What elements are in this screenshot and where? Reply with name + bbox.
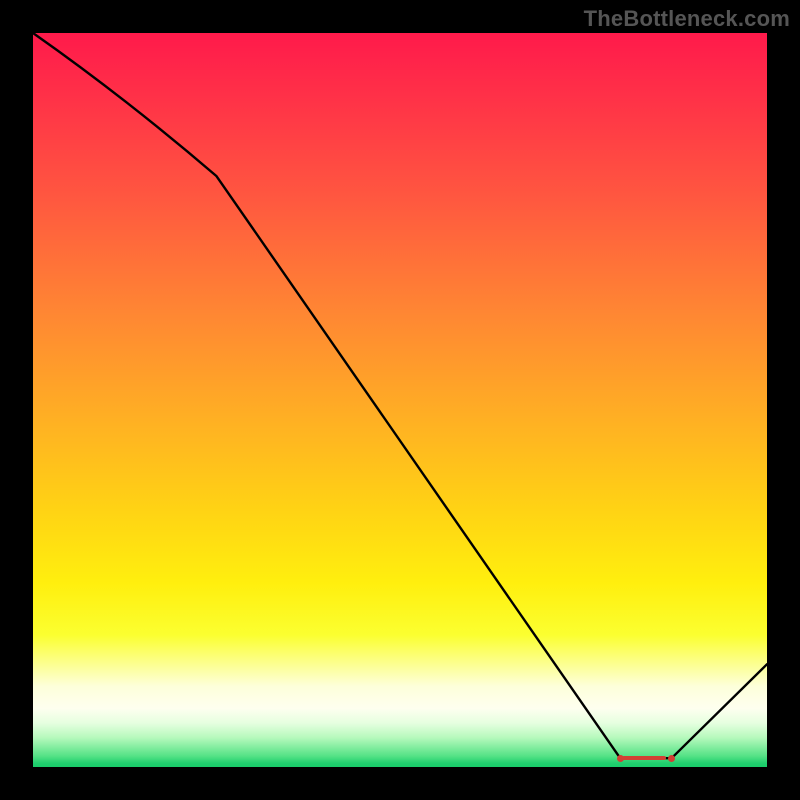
optimum-marker-dot-right xyxy=(668,755,675,762)
plot-area xyxy=(33,33,767,767)
optimum-marker xyxy=(620,756,671,760)
bottleneck-curve xyxy=(33,33,767,767)
plot-border xyxy=(30,30,770,770)
watermark-text: TheBottleneck.com xyxy=(584,6,790,32)
optimum-marker-bar xyxy=(622,756,665,760)
curve-path xyxy=(33,33,767,758)
chart-frame: TheBottleneck.com xyxy=(0,0,800,800)
